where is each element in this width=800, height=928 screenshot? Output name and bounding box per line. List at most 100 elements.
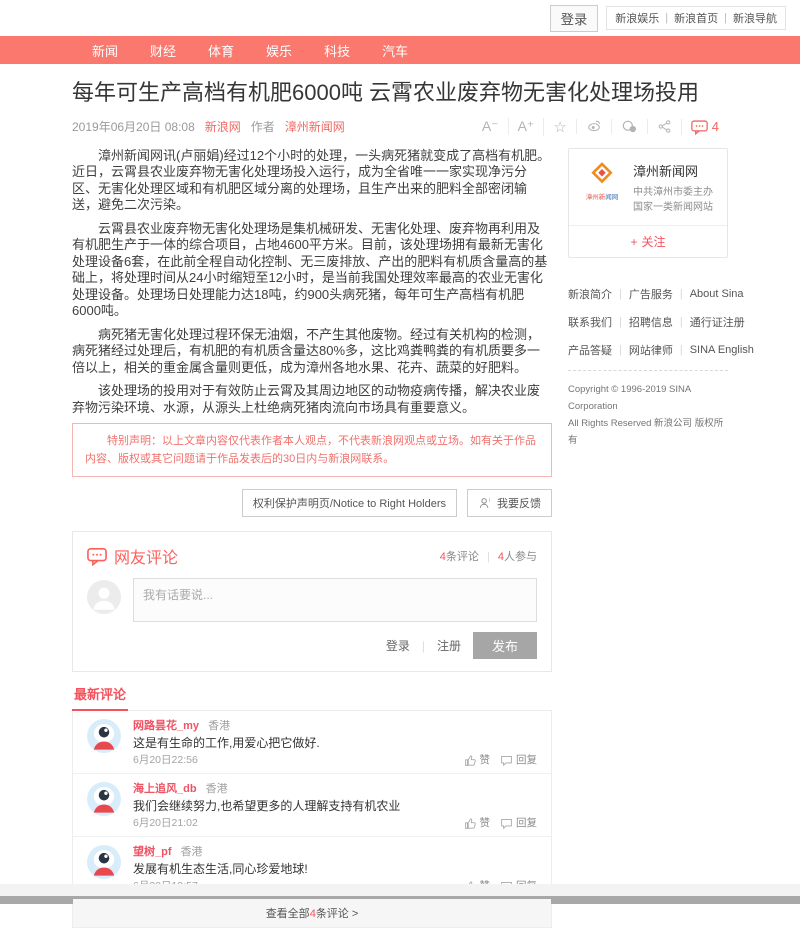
weibo-share-icon[interactable] bbox=[576, 119, 611, 134]
link-sina-home[interactable]: 新浪首页 bbox=[674, 10, 718, 26]
tab-latest-comments[interactable]: 最新评论 bbox=[72, 684, 128, 711]
commenter-avatar bbox=[87, 845, 121, 879]
comment-header: 网友评论 4条评论 | 4人参与 bbox=[87, 544, 537, 568]
link-contact-us[interactable]: 联系我们 bbox=[568, 314, 612, 330]
source-logo: 漳州新闻网 bbox=[579, 161, 625, 215]
link-about-sina[interactable]: About Sina bbox=[690, 288, 744, 300]
link-ad-service[interactable]: 广告服务 bbox=[629, 286, 673, 302]
link-passport-register[interactable]: 通行证注册 bbox=[690, 314, 745, 330]
copyright: Copyright © 1996-2019 SINA Corporation A… bbox=[568, 381, 728, 449]
commenter-name[interactable]: 网路昙花_my bbox=[133, 720, 199, 732]
source-link[interactable]: 新浪网 bbox=[205, 118, 241, 135]
comments-title: 网友评论 bbox=[114, 544, 178, 568]
comment-bubble-icon bbox=[691, 119, 708, 135]
commenter-name[interactable]: 海上追风_db bbox=[133, 783, 197, 795]
link-sina-ent[interactable]: 新浪娱乐 bbox=[615, 10, 659, 26]
article-meta: 2019年06月20日 08:08 新浪网 作者 漳州新闻网 A⁻ A⁺ ☆ 4 bbox=[72, 118, 728, 136]
link-jobs[interactable]: 招聘信息 bbox=[629, 314, 673, 330]
link-sina-english[interactable]: SINA English bbox=[690, 344, 754, 356]
nav-item-news[interactable]: 新闻 bbox=[92, 41, 118, 60]
source-name[interactable]: 漳州新闻网 bbox=[633, 161, 717, 180]
svg-text:i: i bbox=[489, 498, 490, 504]
source-description: 中共漳州市委主办国家一类新闻网站 bbox=[633, 185, 717, 215]
link-sina-intro[interactable]: 新浪简介 bbox=[568, 286, 612, 302]
divider bbox=[568, 370, 728, 371]
link-site-lawyer[interactable]: 网站律师 bbox=[629, 342, 673, 358]
feedback-person-icon: i bbox=[478, 496, 493, 510]
portal-links: 新浪娱乐 | 新浪首页 | 新浪导航 bbox=[606, 6, 786, 30]
sidebar-links: 新浪简介| 广告服务| About Sina 联系我们| 招聘信息| 通行证注册… bbox=[568, 286, 728, 449]
comment-item: 海上追风_db 香港 我们会继续努力,也希望更多的人理解支持有机农业 6月20日… bbox=[73, 773, 551, 836]
comment-item: 网路昙花_my 香港 这是有生命的工作,用爱心把它做好. 6月20日22:56 … bbox=[73, 711, 551, 773]
comments-count-tool[interactable]: 4 bbox=[681, 119, 728, 135]
link-product-faq[interactable]: 产品答疑 bbox=[568, 342, 612, 358]
publish-button[interactable]: 发布 bbox=[473, 632, 537, 659]
comments-bubble-icon bbox=[87, 547, 107, 566]
reply-bubble-icon bbox=[500, 817, 513, 830]
article-tools: A⁻ A⁺ ☆ 4 bbox=[473, 118, 728, 136]
article-paragraph: 漳州新闻网讯(卢丽娟)经过12个小时的处理，一头病死猪就变成了高档有机肥。近日，… bbox=[72, 148, 552, 214]
favorite-star-icon[interactable]: ☆ bbox=[543, 118, 575, 136]
commenter-avatar bbox=[87, 782, 121, 816]
share-icon[interactable] bbox=[647, 119, 681, 134]
nav-item-sports[interactable]: 体育 bbox=[208, 41, 234, 60]
comment-count: 4 bbox=[712, 119, 719, 134]
like-button[interactable]: 赞 bbox=[464, 817, 491, 830]
article-paragraph: 云霄县农业废弃物无害化处理场是集机械研发、无害化处理、废弃物再利用及有机肥生产于… bbox=[72, 221, 552, 320]
comment-input[interactable] bbox=[133, 578, 537, 622]
view-all-comments-link[interactable]: 查看全部4条评论 > bbox=[73, 899, 551, 927]
publish-date: 2019年06月20日 08:08 bbox=[72, 118, 195, 135]
plus-icon: + bbox=[630, 235, 637, 249]
divider: | bbox=[665, 12, 668, 24]
follow-button[interactable]: +关注 bbox=[569, 225, 727, 257]
comment-text: 这是有生命的工作,用爱心把它做好. bbox=[133, 736, 537, 751]
article-paragraph: 该处理场的投用对于有效防止云霄及其周边地区的动物疫病传播，解决农业废弃物污染环境… bbox=[72, 383, 552, 416]
comment-text: 发展有机生态生活,同心珍爱地球! bbox=[133, 862, 537, 877]
wechat-share-icon[interactable] bbox=[611, 119, 647, 134]
like-button[interactable]: 赞 bbox=[464, 754, 491, 767]
comment-time: 6月20日21:02 bbox=[133, 817, 198, 830]
reply-button[interactable]: 回复 bbox=[500, 817, 537, 830]
sidebar: 漳州新闻网 漳州新闻网 中共漳州市委主办国家一类新闻网站 +关注 新浪简介| 广… bbox=[568, 148, 728, 928]
commenter-location: 香港 bbox=[181, 846, 203, 858]
top-utility-bar: 登录 新浪娱乐 | 新浪首页 | 新浪导航 bbox=[0, 0, 800, 36]
comment-login-link[interactable]: 登录 bbox=[386, 637, 410, 654]
commenter-name[interactable]: 望树_pf bbox=[133, 846, 172, 858]
reply-bubble-icon bbox=[500, 754, 513, 767]
thumb-up-icon bbox=[464, 754, 477, 767]
page-title: 每年可生产高档有机肥6000吨 云霄农业废弃物无害化处理场投用 bbox=[72, 78, 728, 108]
comment-section: 网友评论 4条评论 | 4人参与 登录 | 注册 发布 bbox=[72, 531, 552, 672]
author-link[interactable]: 漳州新闻网 bbox=[285, 118, 345, 135]
rights-notice-button[interactable]: 权利保护声明页/Notice to Right Holders bbox=[242, 489, 457, 517]
nav-item-auto[interactable]: 汽车 bbox=[382, 41, 408, 60]
commenter-location: 香港 bbox=[208, 720, 230, 732]
nav-item-ent[interactable]: 娱乐 bbox=[266, 41, 292, 60]
nav-item-finance[interactable]: 财经 bbox=[150, 41, 176, 60]
guest-avatar bbox=[87, 578, 121, 616]
page-footer-band bbox=[0, 884, 800, 896]
divider: | bbox=[724, 12, 727, 24]
article-paragraph: 病死猪无害化处理过程环保无油烟，不产生其他废物。经过有关机构的检测，病死猪经过处… bbox=[72, 327, 552, 377]
comment-time: 6月20日22:56 bbox=[133, 754, 198, 767]
reply-button[interactable]: 回复 bbox=[500, 754, 537, 767]
divider: | bbox=[422, 639, 425, 653]
source-card: 漳州新闻网 漳州新闻网 中共漳州市委主办国家一类新闻网站 +关注 bbox=[568, 148, 728, 258]
main-nav: 新闻 财经 体育 娱乐 科技 汽车 bbox=[0, 36, 800, 64]
commenter-location: 香港 bbox=[206, 783, 228, 795]
thumb-up-icon bbox=[464, 817, 477, 830]
special-statement: 特别声明：以上文章内容仅代表作者本人观点，不代表新浪网观点或立场。如有关于作品内… bbox=[72, 423, 552, 477]
commenter-avatar bbox=[87, 719, 121, 753]
author-label: 作者 bbox=[251, 118, 275, 135]
comment-text: 我们会继续努力,也希望更多的人理解支持有机农业 bbox=[133, 799, 537, 814]
comments-tabs: 最新评论 bbox=[72, 684, 552, 711]
rights-row: 权利保护声明页/Notice to Right Holders i 我要反馈 bbox=[72, 489, 552, 517]
font-increase-icon[interactable]: A⁺ bbox=[508, 118, 544, 135]
nav-item-tech[interactable]: 科技 bbox=[324, 41, 350, 60]
login-button[interactable]: 登录 bbox=[550, 5, 599, 32]
link-sina-nav[interactable]: 新浪导航 bbox=[733, 10, 777, 26]
article-body: 漳州新闻网讯(卢丽娟)经过12个小时的处理，一头病死猪就变成了高档有机肥。近日，… bbox=[72, 148, 552, 417]
font-decrease-icon[interactable]: A⁻ bbox=[473, 118, 508, 135]
comments-stats: 4条评论 | 4人参与 bbox=[440, 548, 537, 564]
comment-register-link[interactable]: 注册 bbox=[437, 637, 461, 654]
feedback-button[interactable]: i 我要反馈 bbox=[467, 489, 552, 517]
